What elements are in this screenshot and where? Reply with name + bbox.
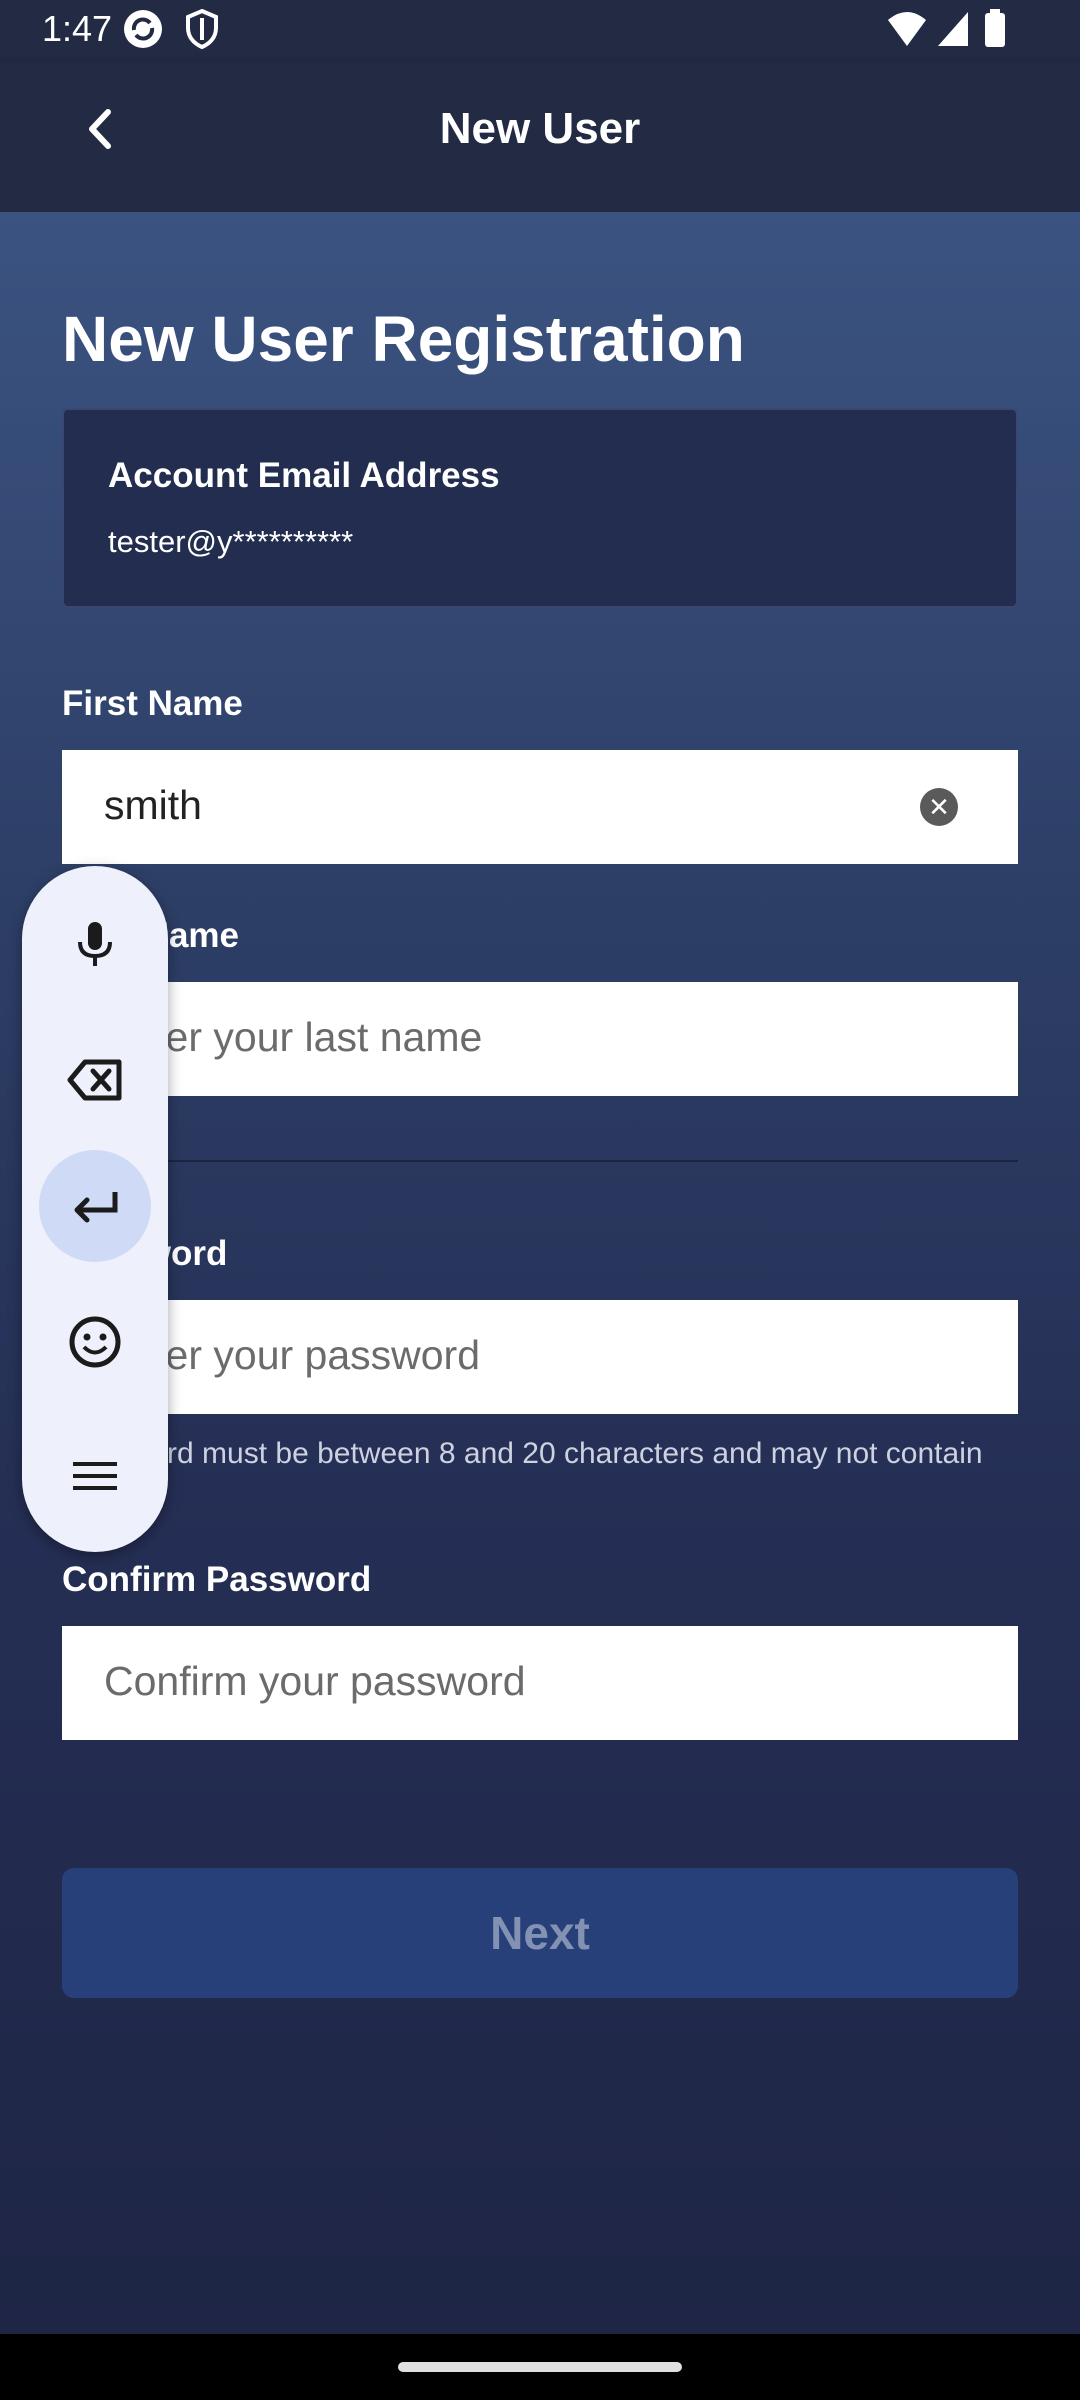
emoji-button[interactable] (39, 1286, 151, 1398)
confirm-password-placeholder: Confirm your password (104, 1658, 526, 1704)
confirm-password-field[interactable]: Confirm your password (62, 1626, 1018, 1740)
backspace-icon (67, 1059, 122, 1101)
clear-text-button[interactable]: ✕ (920, 788, 958, 826)
enter-button[interactable] (39, 1150, 151, 1262)
emoji-icon (69, 1316, 121, 1368)
floating-keyboard-toolbar (22, 866, 168, 1552)
confirm-password-label: Confirm Password (62, 1560, 372, 1599)
app-bar: New User (0, 62, 1080, 212)
mic-icon (78, 922, 112, 966)
first-name-value: smith (104, 782, 202, 828)
home-gesture-handle[interactable] (398, 2362, 682, 2372)
password-field[interactable]: Enter your password (62, 1300, 1018, 1414)
page-title: New User Registration (62, 303, 745, 375)
wifi-icon (886, 8, 928, 55)
battery-icon (984, 8, 1006, 55)
email-card: Account Email Address tester@y********** (62, 408, 1018, 608)
status-bar: 1:47 (0, 0, 1080, 62)
email-card-label: Account Email Address (108, 456, 500, 495)
close-icon: ✕ (928, 792, 950, 822)
navigation-bar (0, 2334, 1080, 2400)
next-button[interactable]: Next (62, 1868, 1018, 1998)
voice-input-button[interactable] (39, 888, 151, 1000)
cellular-signal-icon (936, 8, 970, 55)
enter-icon (74, 1192, 118, 1223)
menu-button[interactable] (39, 1420, 151, 1532)
status-time: 1:47 (42, 8, 113, 49)
app-bar-title: New User (439, 104, 641, 153)
menu-icon (73, 1462, 117, 1490)
shield-icon (184, 8, 220, 55)
sync-app-icon (122, 8, 164, 55)
first-name-label: First Name (62, 684, 243, 723)
password-hint: Password must be between 8 and 20 charac… (62, 1437, 983, 1514)
first-name-field[interactable]: smith ✕ (62, 750, 1018, 864)
section-divider (62, 1160, 1018, 1162)
last-name-field[interactable]: Enter your last name (62, 982, 1018, 1096)
backspace-button[interactable] (39, 1024, 151, 1136)
email-card-value: tester@y********** (108, 524, 354, 559)
